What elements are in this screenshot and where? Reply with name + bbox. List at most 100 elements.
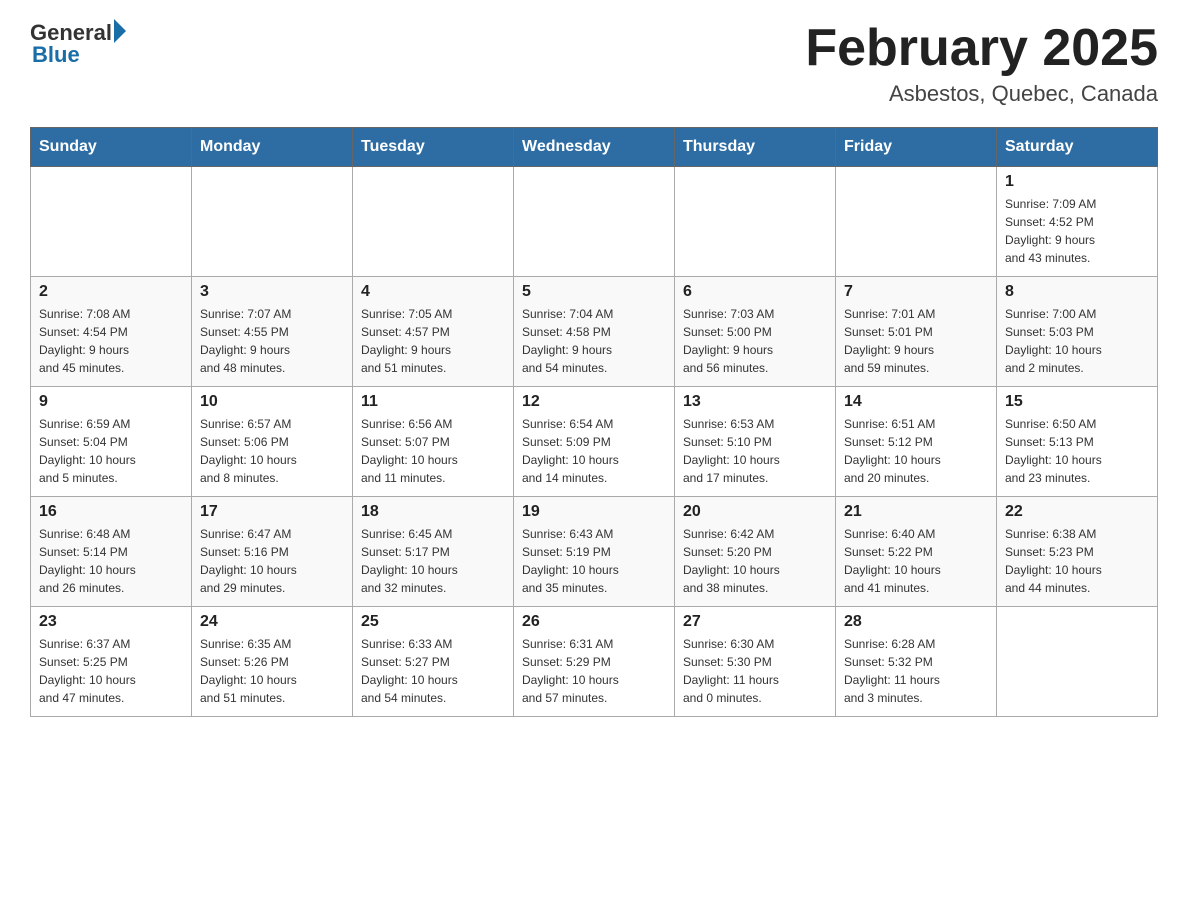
day-number: 2 xyxy=(39,283,183,301)
day-info: Sunrise: 7:07 AM Sunset: 4:55 PM Dayligh… xyxy=(200,305,344,377)
col-sunday: Sunday xyxy=(31,128,192,167)
day-info: Sunrise: 7:09 AM Sunset: 4:52 PM Dayligh… xyxy=(1005,195,1149,267)
calendar-cell: 6 Sunrise: 7:03 AM Sunset: 5:00 PM Daylig… xyxy=(675,277,836,387)
col-monday: Monday xyxy=(192,128,353,167)
day-info: Sunrise: 6:50 AM Sunset: 5:13 PM Dayligh… xyxy=(1005,415,1149,487)
calendar-cell: 5 Sunrise: 7:04 AM Sunset: 4:58 PM Daylig… xyxy=(514,277,675,387)
day-number: 5 xyxy=(522,283,666,301)
calendar-cell: 2 Sunrise: 7:08 AM Sunset: 4:54 PM Daylig… xyxy=(31,277,192,387)
col-thursday: Thursday xyxy=(675,128,836,167)
day-number: 7 xyxy=(844,283,988,301)
day-info: Sunrise: 6:56 AM Sunset: 5:07 PM Dayligh… xyxy=(361,415,505,487)
calendar-cell: 8 Sunrise: 7:00 AM Sunset: 5:03 PM Daylig… xyxy=(997,277,1158,387)
calendar-cell: 13 Sunrise: 6:53 AM Sunset: 5:10 PM Dayli… xyxy=(675,387,836,497)
calendar-cell: 20Sunrise: 6:42 AM Sunset: 5:20 PM Dayli… xyxy=(675,497,836,607)
calendar-cell: 14 Sunrise: 6:51 AM Sunset: 5:12 PM Dayli… xyxy=(836,387,997,497)
calendar-cell xyxy=(675,167,836,277)
day-number: 9 xyxy=(39,393,183,411)
location-text: Asbestos, Quebec, Canada xyxy=(805,81,1158,107)
day-info: Sunrise: 6:48 AM Sunset: 5:14 PM Dayligh… xyxy=(39,525,183,597)
calendar-cell xyxy=(997,607,1158,717)
calendar-week-row-3: 9 Sunrise: 6:59 AM Sunset: 5:04 PM Daylig… xyxy=(31,387,1158,497)
calendar-week-row-1: 1 Sunrise: 7:09 AM Sunset: 4:52 PM Daylig… xyxy=(31,167,1158,277)
calendar-week-row-4: 16 Sunrise: 6:48 AM Sunset: 5:14 PM Dayli… xyxy=(31,497,1158,607)
day-info: Sunrise: 6:53 AM Sunset: 5:10 PM Dayligh… xyxy=(683,415,827,487)
day-info: Sunrise: 7:04 AM Sunset: 4:58 PM Dayligh… xyxy=(522,305,666,377)
day-number: 4 xyxy=(361,283,505,301)
day-info: Sunrise: 6:47 AM Sunset: 5:16 PM Dayligh… xyxy=(200,525,344,597)
col-friday: Friday xyxy=(836,128,997,167)
col-tuesday: Tuesday xyxy=(353,128,514,167)
calendar-cell: 21 Sunrise: 6:40 AM Sunset: 5:22 PM Dayli… xyxy=(836,497,997,607)
day-number: 10 xyxy=(200,393,344,411)
day-number: 23 xyxy=(39,613,183,631)
day-number: 15 xyxy=(1005,393,1149,411)
day-info: Sunrise: 6:54 AM Sunset: 5:09 PM Dayligh… xyxy=(522,415,666,487)
calendar-cell: 12 Sunrise: 6:54 AM Sunset: 5:09 PM Dayli… xyxy=(514,387,675,497)
day-number: 3 xyxy=(200,283,344,301)
logo-arrow-icon xyxy=(114,19,126,43)
day-number: 19 xyxy=(522,503,666,521)
day-number: 14 xyxy=(844,393,988,411)
day-number: 8 xyxy=(1005,283,1149,301)
day-info: Sunrise: 6:37 AM Sunset: 5:25 PM Dayligh… xyxy=(39,635,183,707)
day-info: Sunrise: 6:43 AM Sunset: 5:19 PM Dayligh… xyxy=(522,525,666,597)
calendar-cell: 22 Sunrise: 6:38 AM Sunset: 5:23 PM Dayli… xyxy=(997,497,1158,607)
calendar-table: Sunday Monday Tuesday Wednesday Thursday… xyxy=(30,127,1158,717)
calendar-cell: 24 Sunrise: 6:35 AM Sunset: 5:26 PM Dayli… xyxy=(192,607,353,717)
day-info: Sunrise: 7:00 AM Sunset: 5:03 PM Dayligh… xyxy=(1005,305,1149,377)
calendar-cell xyxy=(514,167,675,277)
title-block: February 2025 Asbestos, Quebec, Canada xyxy=(805,20,1158,107)
day-info: Sunrise: 6:38 AM Sunset: 5:23 PM Dayligh… xyxy=(1005,525,1149,597)
day-number: 6 xyxy=(683,283,827,301)
day-number: 12 xyxy=(522,393,666,411)
day-number: 11 xyxy=(361,393,505,411)
day-info: Sunrise: 6:35 AM Sunset: 5:26 PM Dayligh… xyxy=(200,635,344,707)
calendar-cell xyxy=(353,167,514,277)
day-info: Sunrise: 6:51 AM Sunset: 5:12 PM Dayligh… xyxy=(844,415,988,487)
calendar-cell: 25 Sunrise: 6:33 AM Sunset: 5:27 PM Dayli… xyxy=(353,607,514,717)
calendar-week-row-2: 2 Sunrise: 7:08 AM Sunset: 4:54 PM Daylig… xyxy=(31,277,1158,387)
col-wednesday: Wednesday xyxy=(514,128,675,167)
day-number: 1 xyxy=(1005,173,1149,191)
calendar-cell: 18Sunrise: 6:45 AM Sunset: 5:17 PM Dayli… xyxy=(353,497,514,607)
day-info: Sunrise: 7:01 AM Sunset: 5:01 PM Dayligh… xyxy=(844,305,988,377)
day-number: 21 xyxy=(844,503,988,521)
day-number: 27 xyxy=(683,613,827,631)
day-number: 17 xyxy=(200,503,344,521)
day-number: 24 xyxy=(200,613,344,631)
day-number: 16 xyxy=(39,503,183,521)
calendar-week-row-5: 23 Sunrise: 6:37 AM Sunset: 5:25 PM Dayli… xyxy=(31,607,1158,717)
calendar-cell xyxy=(31,167,192,277)
month-title: February 2025 xyxy=(805,20,1158,77)
day-info: Sunrise: 6:28 AM Sunset: 5:32 PM Dayligh… xyxy=(844,635,988,707)
calendar-cell: 28 Sunrise: 6:28 AM Sunset: 5:32 PM Dayli… xyxy=(836,607,997,717)
day-number: 20 xyxy=(683,503,827,521)
day-info: Sunrise: 6:33 AM Sunset: 5:27 PM Dayligh… xyxy=(361,635,505,707)
calendar-cell: 10Sunrise: 6:57 AM Sunset: 5:06 PM Dayli… xyxy=(192,387,353,497)
calendar-cell: 1 Sunrise: 7:09 AM Sunset: 4:52 PM Daylig… xyxy=(997,167,1158,277)
calendar-cell xyxy=(836,167,997,277)
day-number: 18 xyxy=(361,503,505,521)
calendar-cell: 11 Sunrise: 6:56 AM Sunset: 5:07 PM Dayli… xyxy=(353,387,514,497)
day-number: 13 xyxy=(683,393,827,411)
day-number: 25 xyxy=(361,613,505,631)
logo: General Blue xyxy=(30,20,126,68)
calendar-cell: 27 Sunrise: 6:30 AM Sunset: 5:30 PM Dayli… xyxy=(675,607,836,717)
calendar-cell: 23 Sunrise: 6:37 AM Sunset: 5:25 PM Dayli… xyxy=(31,607,192,717)
logo-blue-text: Blue xyxy=(32,42,80,68)
calendar-cell: 16 Sunrise: 6:48 AM Sunset: 5:14 PM Dayli… xyxy=(31,497,192,607)
day-number: 22 xyxy=(1005,503,1149,521)
day-info: Sunrise: 6:59 AM Sunset: 5:04 PM Dayligh… xyxy=(39,415,183,487)
calendar-cell: 9 Sunrise: 6:59 AM Sunset: 5:04 PM Daylig… xyxy=(31,387,192,497)
day-number: 28 xyxy=(844,613,988,631)
calendar-cell xyxy=(192,167,353,277)
calendar-cell: 19 Sunrise: 6:43 AM Sunset: 5:19 PM Dayli… xyxy=(514,497,675,607)
col-saturday: Saturday xyxy=(997,128,1158,167)
calendar-cell: 4Sunrise: 7:05 AM Sunset: 4:57 PM Daylig… xyxy=(353,277,514,387)
day-info: Sunrise: 7:03 AM Sunset: 5:00 PM Dayligh… xyxy=(683,305,827,377)
day-info: Sunrise: 6:30 AM Sunset: 5:30 PM Dayligh… xyxy=(683,635,827,707)
day-info: Sunrise: 6:40 AM Sunset: 5:22 PM Dayligh… xyxy=(844,525,988,597)
day-info: Sunrise: 7:08 AM Sunset: 4:54 PM Dayligh… xyxy=(39,305,183,377)
calendar-cell: 17 Sunrise: 6:47 AM Sunset: 5:16 PM Dayli… xyxy=(192,497,353,607)
